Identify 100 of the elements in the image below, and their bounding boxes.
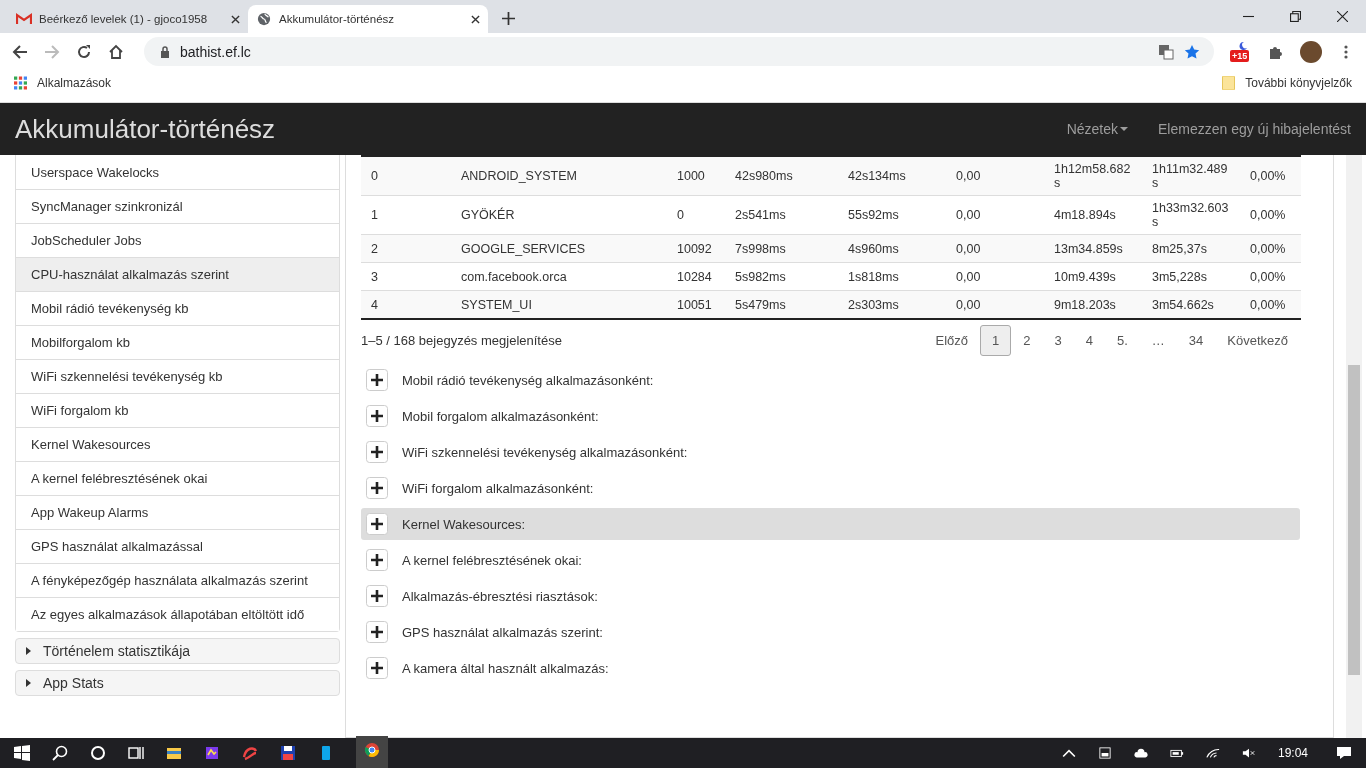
table-cell: 0,00 (946, 262, 1044, 291)
accordion-header-highlighted[interactable]: Kernel Wakesources: (361, 508, 1300, 540)
wifi-icon[interactable] (1205, 747, 1220, 759)
table-cell: 4 (361, 290, 451, 319)
accordion-header[interactable]: GPS használat alkalmazás szerint: (361, 616, 1300, 648)
accordion-header[interactable]: A kernel felébresztésének okai: (361, 544, 1300, 576)
browser-taskbar-button[interactable] (356, 736, 388, 768)
table-cell: 10284 (667, 262, 725, 291)
table-cell: SYSTEM_UI (451, 290, 667, 319)
table-cell: 0,00% (1240, 156, 1301, 196)
app-icon[interactable] (204, 745, 220, 761)
browser-tab[interactable]: Beérkező levelek (1) - gjoco1958 (8, 5, 248, 33)
moon-icon (1238, 40, 1248, 51)
address-bar[interactable]: bathist.ef.lc (144, 37, 1214, 66)
plus-icon (366, 441, 388, 463)
table-cell: 3 (361, 262, 451, 291)
cloud-icon[interactable] (1133, 747, 1148, 759)
page-link[interactable]: 1 (980, 324, 1012, 356)
notification-icon[interactable] (1336, 745, 1352, 761)
table-cell: 42s980ms (725, 156, 838, 196)
page-link[interactable]: 2 (1011, 324, 1043, 356)
table-cell: 10092 (667, 234, 725, 263)
accordion-header[interactable]: A kamera által használt alkalmazás: (361, 652, 1300, 684)
back-icon[interactable] (12, 43, 28, 60)
plus-icon (366, 585, 388, 607)
plus-icon (366, 513, 388, 535)
muted-speaker-icon[interactable] (1241, 747, 1256, 759)
scrollbar[interactable] (1346, 155, 1362, 738)
page-link[interactable]: 5. (1105, 324, 1140, 356)
table-cell: 3m54.662s (1142, 290, 1240, 319)
table-cell: com.facebook.orca (451, 262, 667, 291)
table-cell: GYÖKÉR (451, 195, 667, 235)
table-cell: 0,00 (946, 195, 1044, 235)
battery-icon[interactable] (1169, 747, 1184, 759)
page-link[interactable]: 4 (1073, 324, 1105, 356)
table-cell: ANDROID_SYSTEM (451, 156, 667, 196)
reload-icon[interactable] (76, 43, 92, 60)
table-cell: 1000 (667, 156, 725, 196)
extension-icon[interactable]: +15 (1230, 40, 1252, 63)
search-icon[interactable] (52, 745, 68, 761)
home-icon[interactable] (108, 43, 124, 60)
brand-title[interactable]: Akkumulátor-történész (15, 113, 276, 145)
chevron-up-icon[interactable] (1061, 747, 1076, 759)
table-cell: 3m5,228s (1142, 262, 1240, 291)
task-view-icon[interactable] (128, 745, 144, 761)
swirl-icon[interactable] (242, 745, 258, 761)
nav-link[interactable]: Elemezzen egy új hibajelentést (1158, 121, 1351, 137)
page-link[interactable]: 34 (1176, 324, 1216, 356)
next-link[interactable]: Következő (1215, 324, 1300, 356)
section-header[interactable]: App Stats (15, 670, 340, 696)
accordion-header[interactable]: Mobil forgalom alkalmazásonként: (361, 400, 1300, 432)
table-cell: 55s92ms (838, 195, 946, 235)
accordion-header[interactable]: Mobil rádió tevékenység alkalmazásonként: (361, 364, 1300, 396)
avatar[interactable] (1300, 40, 1322, 63)
bookmark[interactable]: További könyvjelzők (1222, 76, 1352, 90)
table-cell: 2 (361, 234, 451, 263)
plus-icon[interactable] (502, 12, 515, 25)
monitor-icon[interactable] (1097, 747, 1112, 759)
folder-icon[interactable] (166, 745, 182, 761)
sidebar-item[interactable]: CPU-használat alkalmazás szerint (16, 257, 339, 291)
accordion-header[interactable]: WiFi forgalom alkalmazásonként: (361, 472, 1300, 504)
translate-icon[interactable] (1158, 43, 1174, 60)
table-cell: 0,00 (946, 234, 1044, 263)
accordion-header[interactable]: WiFi szkennelési tevékenység alkalmazásonként: (361, 436, 1300, 468)
table-cell: 0,00% (1240, 262, 1301, 291)
table-cell: 1h33m32.603s (1142, 195, 1240, 235)
plus-icon (366, 657, 388, 679)
bookmark[interactable]: Alkalmazások (14, 76, 112, 90)
sidebar-item[interactable]: Az egyes alkalmazások állapotában eltöltött idő (16, 597, 339, 631)
table-cell: 8m25,37s (1142, 234, 1240, 263)
table-cell: 5s479ms (725, 290, 838, 319)
circle-icon[interactable] (90, 745, 106, 761)
table-cell: 0,00% (1240, 195, 1301, 235)
browser-tab[interactable]: Akkumulátor-történész (248, 5, 488, 33)
star-icon[interactable] (1184, 43, 1200, 60)
windows-icon[interactable] (14, 745, 30, 761)
page-link[interactable]: … (1139, 324, 1177, 356)
globe-icon (256, 12, 272, 26)
table-cell: 0,00 (946, 156, 1044, 196)
section-header[interactable]: Történelem statisztikája (15, 638, 340, 664)
plus-icon (366, 369, 388, 391)
entries-info: 1–5 / 168 bejegyzés megjelenítése (361, 332, 562, 348)
mail-icon (16, 12, 32, 26)
table-cell: 5s982ms (725, 262, 838, 291)
lock-icon (160, 45, 170, 58)
views-menu[interactable]: Nézetek (1066, 121, 1128, 137)
table-cell: 2s303ms (838, 290, 946, 319)
close-icon[interactable] (471, 14, 480, 24)
table-cell: 4m18.894s (1044, 195, 1142, 235)
previous-link[interactable]: Előző (923, 324, 981, 356)
plus-icon (366, 621, 388, 643)
table-cell: 0,00% (1240, 290, 1301, 319)
close-icon[interactable] (231, 14, 240, 24)
restore-icon[interactable] (1290, 11, 1301, 22)
clock[interactable]: 19:04 (1277, 746, 1308, 760)
page-link[interactable]: 3 (1042, 324, 1074, 356)
table-cell: 1 (361, 195, 451, 235)
close-icon[interactable] (1337, 11, 1348, 22)
table-cell: 0,00 (946, 290, 1044, 319)
accordion-header[interactable]: Alkalmazás-ébresztési riasztások: (361, 580, 1300, 612)
